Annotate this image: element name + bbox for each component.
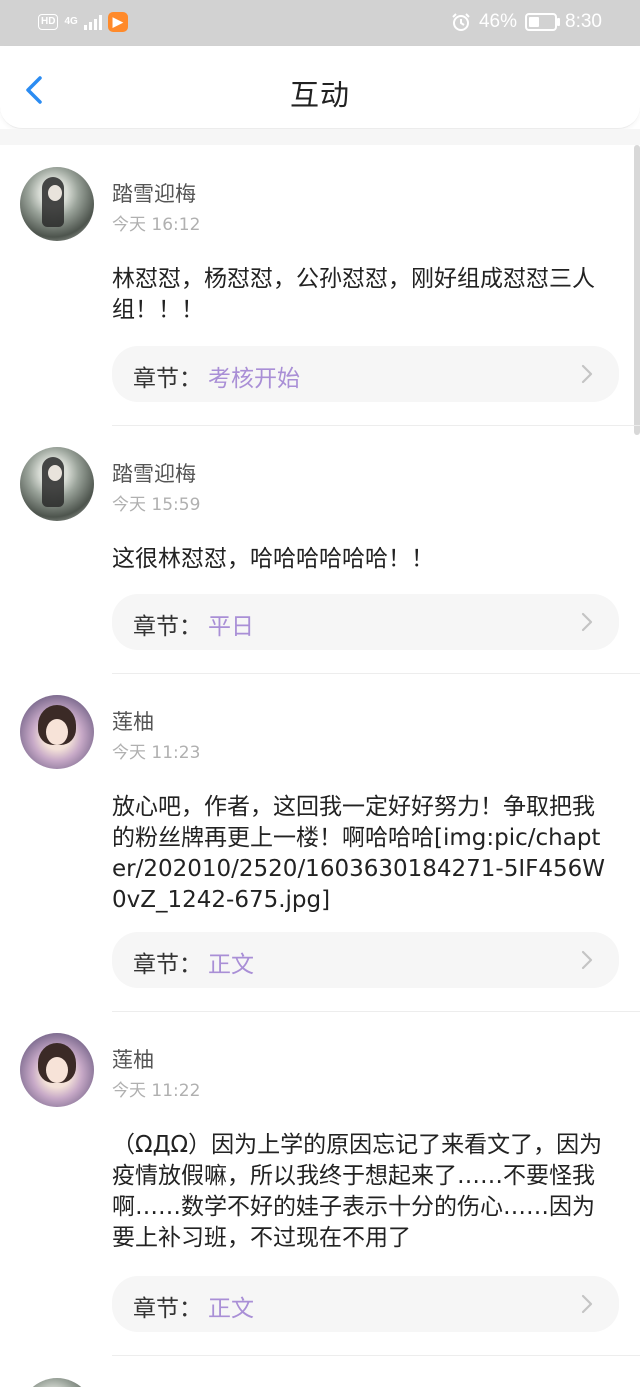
header-spacer bbox=[0, 129, 640, 145]
clock: 8:30 bbox=[565, 11, 602, 32]
comment-time: 今天 15:59 bbox=[112, 495, 201, 515]
battery-fill bbox=[529, 17, 540, 27]
comment-time: 今天 11:22 bbox=[112, 1081, 201, 1101]
comment-time: 今天 11:23 bbox=[112, 743, 201, 763]
comment-content: 林怼怼，杨怼怼，公孙怼怼，刚好组成怼怼三人组！！！ bbox=[112, 266, 595, 323]
signal-icon bbox=[83, 14, 102, 30]
chapter-prefix: 章节： bbox=[133, 1296, 202, 1322]
comment-list: 踏雪迎梅 今天 16:12 林怼怼，杨怼怼，公孙怼怼，刚好组成怼怼三人组！！！ … bbox=[0, 145, 640, 1387]
chevron-right-icon bbox=[581, 950, 593, 970]
chapter-name: 考核开始 bbox=[208, 366, 300, 392]
divider bbox=[112, 425, 640, 426]
user-name[interactable]: 踏雪迎梅 bbox=[112, 458, 196, 488]
comment-content: 放心吧，作者，这回我一定好好努力！争取把我的粉丝牌再更上一楼！啊哈哈哈[img:… bbox=[112, 794, 606, 913]
chapter-link[interactable]: 章节： 考核开始 bbox=[112, 346, 619, 402]
status-bar: HD 4G ▶ 46% 8:30 bbox=[0, 0, 640, 46]
network-type: 4G bbox=[64, 16, 78, 27]
chapter-link[interactable]: 章节： 正文 bbox=[112, 1276, 619, 1332]
status-left: HD 4G ▶ bbox=[38, 12, 128, 32]
chapter-link[interactable]: 章节： 平日 bbox=[112, 594, 619, 650]
avatar[interactable] bbox=[20, 447, 94, 521]
comment-content: 这很林怼怼，哈哈哈哈哈哈！！ bbox=[112, 546, 434, 572]
chapter-name: 正文 bbox=[208, 1296, 254, 1322]
chevron-right-icon bbox=[581, 1294, 593, 1314]
battery-percent: 46% bbox=[478, 11, 518, 32]
chapter-name: 正文 bbox=[208, 952, 254, 978]
user-name[interactable]: 莲柚 bbox=[112, 706, 154, 736]
divider bbox=[112, 673, 640, 674]
chevron-right-icon bbox=[581, 364, 593, 384]
page-title: 互动 bbox=[289, 78, 350, 112]
user-name[interactable]: 踏雪迎梅 bbox=[112, 178, 196, 208]
user-name[interactable]: 莲柚 bbox=[112, 1044, 154, 1074]
avatar[interactable] bbox=[20, 1378, 94, 1387]
chapter-link[interactable]: 章节： 正文 bbox=[112, 932, 619, 988]
avatar[interactable] bbox=[20, 167, 94, 241]
nav-header: 互动 bbox=[0, 46, 640, 129]
divider bbox=[112, 1355, 640, 1356]
chapter-prefix: 章节： bbox=[133, 614, 202, 640]
battery-icon bbox=[525, 13, 561, 31]
comment-content: （ΩДΩ）因为上学的原因忘记了来看文了，因为疫情放假嘛，所以我终于想起来了……不… bbox=[112, 1132, 603, 1251]
avatar[interactable] bbox=[20, 695, 94, 769]
chevron-right-icon bbox=[581, 612, 593, 632]
comment-time: 今天 16:12 bbox=[112, 215, 201, 235]
alarm-icon bbox=[452, 13, 470, 31]
chapter-prefix: 章节： bbox=[133, 952, 202, 978]
chapter-prefix: 章节： bbox=[133, 366, 202, 392]
chapter-name: 平日 bbox=[208, 614, 254, 640]
status-right: 46% 8:30 bbox=[451, 11, 602, 33]
avatar[interactable] bbox=[20, 1033, 94, 1107]
hd-icon: HD bbox=[38, 14, 59, 30]
divider bbox=[112, 1011, 640, 1012]
app-icon: ▶ bbox=[107, 12, 128, 32]
